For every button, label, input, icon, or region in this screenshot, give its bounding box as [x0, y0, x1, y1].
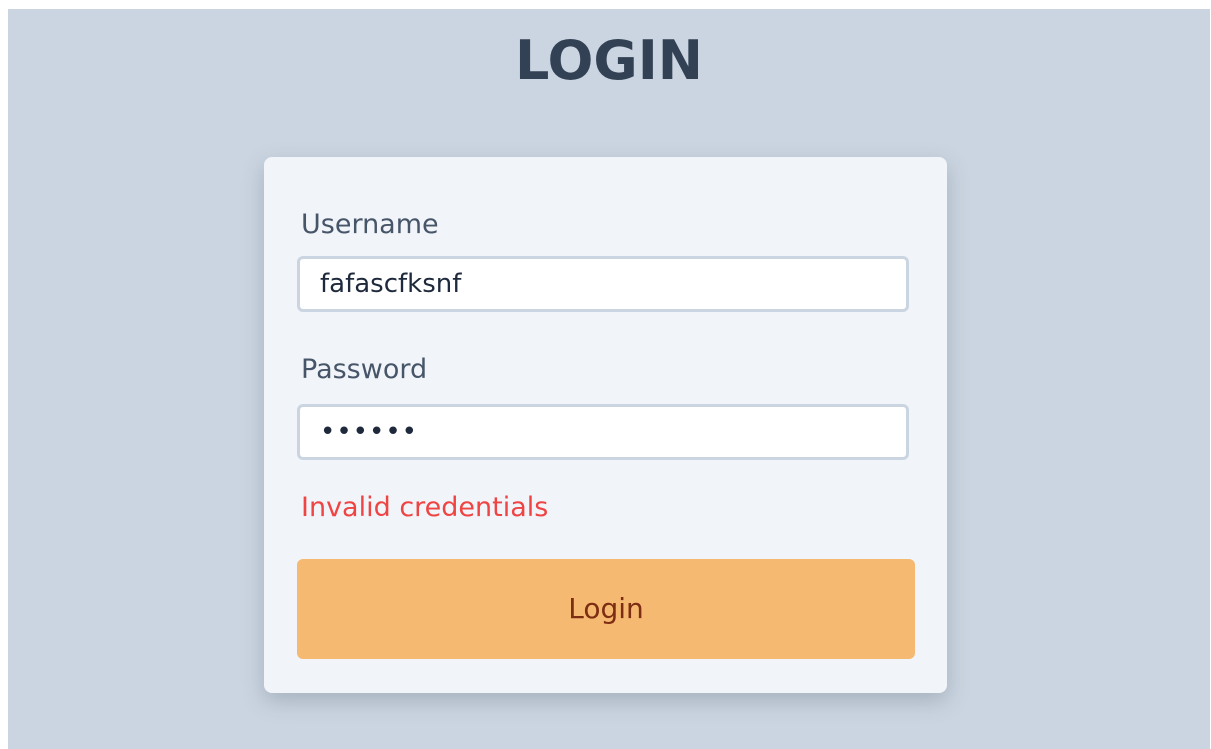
login-page: LOGIN Username Password Invalid credenti… — [8, 9, 1210, 749]
password-label: Password — [301, 354, 428, 385]
username-label: Username — [301, 209, 439, 240]
username-input[interactable] — [297, 256, 909, 312]
page-title: LOGIN — [515, 29, 703, 92]
password-input[interactable] — [297, 404, 909, 460]
login-card: Username Password Invalid credentials Lo… — [264, 157, 947, 693]
error-message: Invalid credentials — [301, 492, 549, 523]
login-button[interactable]: Login — [297, 559, 915, 659]
